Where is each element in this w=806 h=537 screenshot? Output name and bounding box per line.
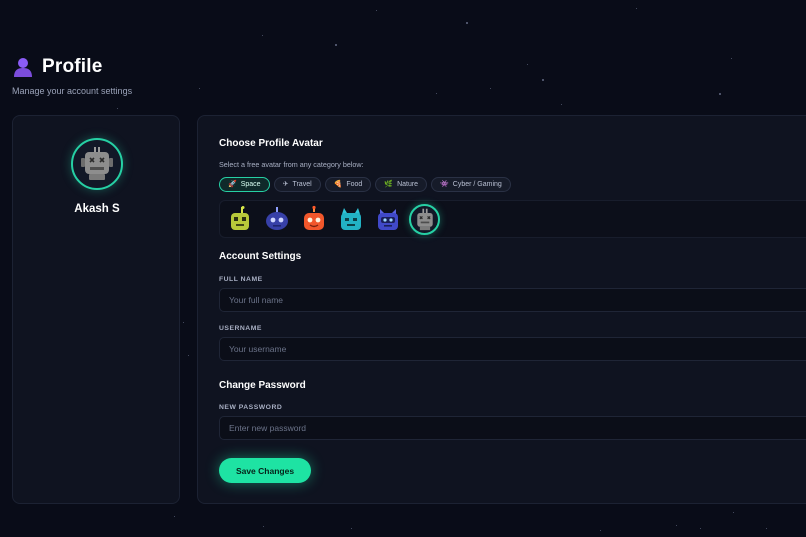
category-label: Food (346, 181, 363, 188)
avatar-option-navy-robot[interactable] (261, 204, 292, 235)
avatar-option-orange-robot[interactable] (298, 204, 329, 235)
profile-name: Akash S (74, 203, 120, 215)
username-field[interactable] (219, 337, 806, 361)
avatar-category-tabs: 🚀 Space ✈ Travel 🍕 Food 🌿 Nature 👾 Cyber… (219, 177, 511, 192)
avatar-option-lime-robot[interactable] (224, 204, 255, 235)
page-header: Profile Manage your account settings (12, 56, 132, 96)
rocket-icon: 🚀 (228, 181, 237, 188)
new-password-field[interactable] (219, 416, 806, 440)
category-tab-space[interactable]: 🚀 Space (219, 177, 270, 192)
app-root: Profile Manage your account settings Aka… (0, 0, 806, 537)
avatar (71, 138, 123, 190)
page-subtitle: Manage your account settings (12, 86, 133, 96)
gamepad-icon: 👾 (440, 181, 449, 188)
full-name-label: FULL NAME (219, 276, 263, 283)
category-tab-nature[interactable]: 🌿 Nature (375, 177, 428, 192)
avatar-option-blue-robot[interactable] (372, 204, 403, 235)
leaf-icon: 🌿 (384, 181, 394, 188)
user-silhouette-icon (12, 56, 34, 78)
category-tab-cyber-gaming[interactable]: 👾 Cyber / Gaming (431, 177, 511, 192)
account-settings-title: Account Settings (219, 251, 302, 262)
pizza-icon: 🍕 (333, 181, 343, 188)
category-label: Cyber / Gaming (452, 181, 502, 188)
page-title-row: Profile (12, 56, 132, 78)
avatar-picker (219, 200, 806, 238)
avatar-hint: Select a free avatar from any category b… (219, 160, 364, 169)
save-changes-button[interactable]: Save Changes (219, 458, 311, 483)
gray-robot-avatar (81, 147, 113, 180)
avatar-option-gray-robot[interactable] (409, 203, 440, 235)
profile-summary-card: Akash S (12, 115, 180, 504)
avatar-option-teal-robot[interactable] (335, 204, 366, 235)
page-title: Profile (42, 56, 103, 77)
airplane-icon: ✈ (282, 181, 289, 188)
settings-card: Choose Profile Avatar Select a free avat… (197, 115, 806, 504)
category-tab-food[interactable]: 🍕 Food (324, 177, 372, 192)
change-password-title: Change Password (219, 380, 306, 391)
category-tab-travel[interactable]: ✈ Travel (273, 177, 321, 192)
full-name-field[interactable] (219, 288, 806, 312)
new-password-label: NEW PASSWORD (219, 404, 283, 411)
category-label: Space (240, 181, 261, 188)
category-label: Travel (292, 181, 312, 188)
username-label: USERNAME (219, 325, 262, 332)
avatar-section-title: Choose Profile Avatar (219, 138, 323, 149)
category-label: Nature (397, 181, 419, 188)
